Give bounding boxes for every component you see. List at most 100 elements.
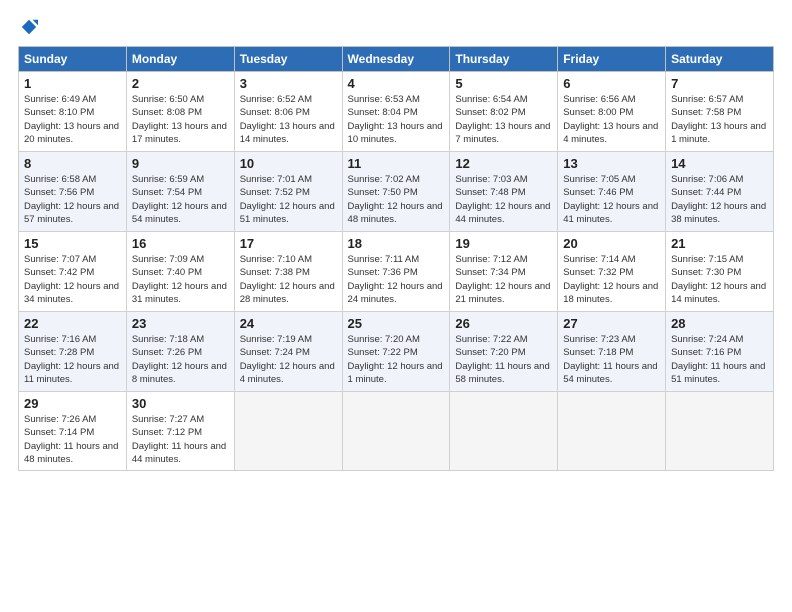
day-info: Sunrise: 7:02 AMSunset: 7:50 PMDaylight:… xyxy=(348,173,445,226)
calendar-cell: 6Sunrise: 6:56 AMSunset: 8:00 PMDaylight… xyxy=(558,72,666,152)
calendar-cell: 18 Sunrise: 7:11 AMSunset: 7:36 PMDayligh… xyxy=(342,232,450,312)
logo-icon xyxy=(20,18,38,36)
day-info: Sunrise: 6:58 AMSunset: 7:56 PMDaylight:… xyxy=(24,173,121,226)
day-info: Sunrise: 7:11 AMSunset: 7:36 PMDaylight:… xyxy=(348,253,445,306)
day-number: 8 xyxy=(24,156,121,171)
day-number: 24 xyxy=(240,316,337,331)
calendar-cell: 20Sunrise: 7:14 AMSunset: 7:32 PMDayligh… xyxy=(558,232,666,312)
calendar-cell: 5Sunrise: 6:54 AMSunset: 8:02 PMDaylight… xyxy=(450,72,558,152)
calendar-cell: 26 Sunrise: 7:22 AMSunset: 7:20 PMDayligh… xyxy=(450,312,558,392)
day-number: 11 xyxy=(348,156,445,171)
calendar-cell: 3 Sunrise: 6:52 AMSunset: 8:06 PMDaylight… xyxy=(234,72,342,152)
day-number: 25 xyxy=(348,316,445,331)
header-monday: Monday xyxy=(126,47,234,72)
header-friday: Friday xyxy=(558,47,666,72)
day-number: 22 xyxy=(24,316,121,331)
day-info: Sunrise: 6:54 AMSunset: 8:02 PMDaylight:… xyxy=(455,93,552,146)
header-tuesday: Tuesday xyxy=(234,47,342,72)
calendar-cell: 11 Sunrise: 7:02 AMSunset: 7:50 PMDayligh… xyxy=(342,152,450,232)
day-info: Sunrise: 7:10 AMSunset: 7:38 PMDaylight:… xyxy=(240,253,337,306)
day-info: Sunrise: 7:01 AMSunset: 7:52 PMDaylight:… xyxy=(240,173,337,226)
day-number: 23 xyxy=(132,316,229,331)
calendar-row-2: 8 Sunrise: 6:58 AMSunset: 7:56 PMDaylight… xyxy=(19,152,774,232)
day-info: Sunrise: 7:06 AMSunset: 7:44 PMDaylight:… xyxy=(671,173,768,226)
calendar-cell: 19 Sunrise: 7:12 AMSunset: 7:34 PMDayligh… xyxy=(450,232,558,312)
day-number: 13 xyxy=(563,156,660,171)
day-info: Sunrise: 6:52 AMSunset: 8:06 PMDaylight:… xyxy=(240,93,337,146)
calendar-cell: 30 Sunrise: 7:27 AMSunset: 7:12 PMDayligh… xyxy=(126,392,234,471)
calendar-cell: 12 Sunrise: 7:03 AMSunset: 7:48 PMDayligh… xyxy=(450,152,558,232)
calendar-cell: 23 Sunrise: 7:18 AMSunset: 7:26 PMDayligh… xyxy=(126,312,234,392)
day-number: 29 xyxy=(24,396,121,411)
calendar-cell: 29 Sunrise: 7:26 AMSunset: 7:14 PMDayligh… xyxy=(19,392,127,471)
day-info: Sunrise: 7:15 AMSunset: 7:30 PMDaylight:… xyxy=(671,253,768,306)
calendar-cell: 14 Sunrise: 7:06 AMSunset: 7:44 PMDayligh… xyxy=(666,152,774,232)
day-info: Sunrise: 7:23 AMSunset: 7:18 PMDaylight:… xyxy=(563,333,660,386)
day-info: Sunrise: 7:09 AMSunset: 7:40 PMDaylight:… xyxy=(132,253,229,306)
calendar-row-1: 1 Sunrise: 6:49 AMSunset: 8:10 PMDaylight… xyxy=(19,72,774,152)
day-number: 15 xyxy=(24,236,121,251)
calendar-cell: 13 Sunrise: 7:05 AMSunset: 7:46 PMDayligh… xyxy=(558,152,666,232)
day-number: 1 xyxy=(24,76,121,91)
calendar-row-4: 22 Sunrise: 7:16 AMSunset: 7:28 PMDayligh… xyxy=(19,312,774,392)
calendar-cell: 24 Sunrise: 7:19 AMSunset: 7:24 PMDayligh… xyxy=(234,312,342,392)
day-info: Sunrise: 7:22 AMSunset: 7:20 PMDaylight:… xyxy=(455,333,552,386)
calendar-cell: 9Sunrise: 6:59 AMSunset: 7:54 PMDaylight… xyxy=(126,152,234,232)
header-saturday: Saturday xyxy=(666,47,774,72)
day-info: Sunrise: 7:18 AMSunset: 7:26 PMDaylight:… xyxy=(132,333,229,386)
day-info: Sunrise: 6:57 AMSunset: 7:58 PMDaylight:… xyxy=(671,93,768,146)
calendar-cell: 8 Sunrise: 6:58 AMSunset: 7:56 PMDaylight… xyxy=(19,152,127,232)
day-number: 16 xyxy=(132,236,229,251)
day-number: 30 xyxy=(132,396,229,411)
calendar-cell xyxy=(342,392,450,471)
day-info: Sunrise: 7:27 AMSunset: 7:12 PMDaylight:… xyxy=(132,413,229,466)
day-info: Sunrise: 6:49 AMSunset: 8:10 PMDaylight:… xyxy=(24,93,121,146)
day-info: Sunrise: 7:07 AMSunset: 7:42 PMDaylight:… xyxy=(24,253,121,306)
day-number: 17 xyxy=(240,236,337,251)
day-number: 12 xyxy=(455,156,552,171)
day-info: Sunrise: 7:16 AMSunset: 7:28 PMDaylight:… xyxy=(24,333,121,386)
calendar-table: Sunday Monday Tuesday Wednesday Thursday… xyxy=(18,46,774,471)
day-info: Sunrise: 6:56 AMSunset: 8:00 PMDaylight:… xyxy=(563,93,660,146)
day-info: Sunrise: 7:19 AMSunset: 7:24 PMDaylight:… xyxy=(240,333,337,386)
calendar-cell: 10 Sunrise: 7:01 AMSunset: 7:52 PMDayligh… xyxy=(234,152,342,232)
header-sunday: Sunday xyxy=(19,47,127,72)
day-number: 19 xyxy=(455,236,552,251)
calendar-cell: 21 Sunrise: 7:15 AMSunset: 7:30 PMDayligh… xyxy=(666,232,774,312)
day-number: 2 xyxy=(132,76,229,91)
day-info: Sunrise: 7:12 AMSunset: 7:34 PMDaylight:… xyxy=(455,253,552,306)
day-number: 18 xyxy=(348,236,445,251)
calendar-cell: 16 Sunrise: 7:09 AMSunset: 7:40 PMDayligh… xyxy=(126,232,234,312)
calendar-cell xyxy=(558,392,666,471)
calendar-cell: 22 Sunrise: 7:16 AMSunset: 7:28 PMDayligh… xyxy=(19,312,127,392)
day-info: Sunrise: 6:53 AMSunset: 8:04 PMDaylight:… xyxy=(348,93,445,146)
day-number: 9 xyxy=(132,156,229,171)
day-number: 14 xyxy=(671,156,768,171)
day-number: 3 xyxy=(240,76,337,91)
day-number: 21 xyxy=(671,236,768,251)
header xyxy=(18,18,774,36)
day-number: 26 xyxy=(455,316,552,331)
calendar-row-3: 15 Sunrise: 7:07 AMSunset: 7:42 PMDayligh… xyxy=(19,232,774,312)
calendar-cell xyxy=(234,392,342,471)
calendar-cell: 4 Sunrise: 6:53 AMSunset: 8:04 PMDaylight… xyxy=(342,72,450,152)
calendar-cell: 15 Sunrise: 7:07 AMSunset: 7:42 PMDayligh… xyxy=(19,232,127,312)
day-info: Sunrise: 7:05 AMSunset: 7:46 PMDaylight:… xyxy=(563,173,660,226)
header-thursday: Thursday xyxy=(450,47,558,72)
day-info: Sunrise: 7:20 AMSunset: 7:22 PMDaylight:… xyxy=(348,333,445,386)
day-info: Sunrise: 7:26 AMSunset: 7:14 PMDaylight:… xyxy=(24,413,121,466)
calendar-cell: 25 Sunrise: 7:20 AMSunset: 7:22 PMDayligh… xyxy=(342,312,450,392)
day-info: Sunrise: 7:03 AMSunset: 7:48 PMDaylight:… xyxy=(455,173,552,226)
calendar-cell: 17 Sunrise: 7:10 AMSunset: 7:38 PMDayligh… xyxy=(234,232,342,312)
day-number: 28 xyxy=(671,316,768,331)
day-info: Sunrise: 6:50 AMSunset: 8:08 PMDaylight:… xyxy=(132,93,229,146)
day-info: Sunrise: 7:24 AMSunset: 7:16 PMDaylight:… xyxy=(671,333,768,386)
page: Sunday Monday Tuesday Wednesday Thursday… xyxy=(0,0,792,612)
calendar-cell: 2 Sunrise: 6:50 AMSunset: 8:08 PMDaylight… xyxy=(126,72,234,152)
day-number: 27 xyxy=(563,316,660,331)
logo xyxy=(18,18,38,36)
day-number: 7 xyxy=(671,76,768,91)
day-number: 10 xyxy=(240,156,337,171)
calendar-cell: 7 Sunrise: 6:57 AMSunset: 7:58 PMDaylight… xyxy=(666,72,774,152)
day-number: 4 xyxy=(348,76,445,91)
